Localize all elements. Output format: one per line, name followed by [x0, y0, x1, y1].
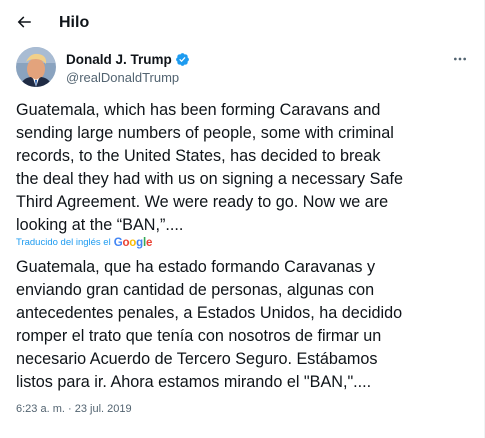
google-logo: Google: [113, 237, 153, 249]
arrow-left-icon: [17, 16, 31, 28]
verified-badge-icon: [175, 53, 189, 66]
avatar[interactable]: [16, 47, 56, 87]
tweet-date: 23 jul. 2019: [74, 403, 132, 415]
timestamp-separator: ·: [67, 403, 72, 415]
translation-line: enviando gran cantidad de personas, algu…: [16, 281, 375, 299]
translated-label: Traducido del inglés el: [16, 237, 111, 248]
translation-line: listos para ir. Ahora estamos mirando el…: [16, 373, 372, 391]
tweet-time: 6:23 a. m.: [16, 403, 65, 415]
thread-header: Hilo: [0, 0, 484, 46]
profile-photo: [16, 47, 56, 87]
tweet-timestamp[interactable]: 6:23 a. m. · 23 jul. 2019: [16, 402, 132, 416]
translation-line: antecedentes penales, a Estados Unidos, …: [16, 304, 403, 322]
author-name[interactable]: Donald J. Trump: [66, 51, 172, 68]
tweet-line: looking at the “BAN,”....: [16, 216, 184, 234]
page-title: Hilo: [59, 14, 90, 31]
back-button[interactable]: [8, 6, 40, 38]
more-options-button[interactable]: [446, 49, 474, 69]
more-horizontal-icon: [454, 57, 466, 61]
tweet-line: records, to the United States, has decid…: [16, 147, 381, 165]
translation-attribution[interactable]: Traducido del inglés el Google: [16, 236, 152, 250]
tweet-line: Third Agreement. We were ready to go. No…: [16, 193, 389, 211]
author-handle[interactable]: @realDonaldTrump: [66, 69, 190, 86]
translation-line: romper el trato que tenía con nosotros d…: [16, 327, 382, 345]
thread-view: Hilo Donald J. Trump @realDonaldTrump Gu…: [0, 0, 485, 438]
translation-text: Guatemala, que ha estado formando Carava…: [16, 256, 476, 394]
author-name-row: Donald J. Trump: [66, 51, 190, 68]
tweet-text: Guatemala, which has been forming Carava…: [16, 99, 476, 237]
tweet-line: Guatemala, which has been forming Carava…: [16, 101, 381, 119]
translation-line: Guatemala, que ha estado formando Carava…: [16, 258, 376, 276]
author-info[interactable]: Donald J. Trump @realDonaldTrump: [66, 51, 190, 86]
tweet-line: the deal they had with us on signing a n…: [16, 170, 403, 188]
translation-line: necesario Acuerdo de Tercero Seguro. Est…: [16, 350, 378, 368]
tweet-line: sending large numbers of people, some wi…: [16, 124, 394, 142]
